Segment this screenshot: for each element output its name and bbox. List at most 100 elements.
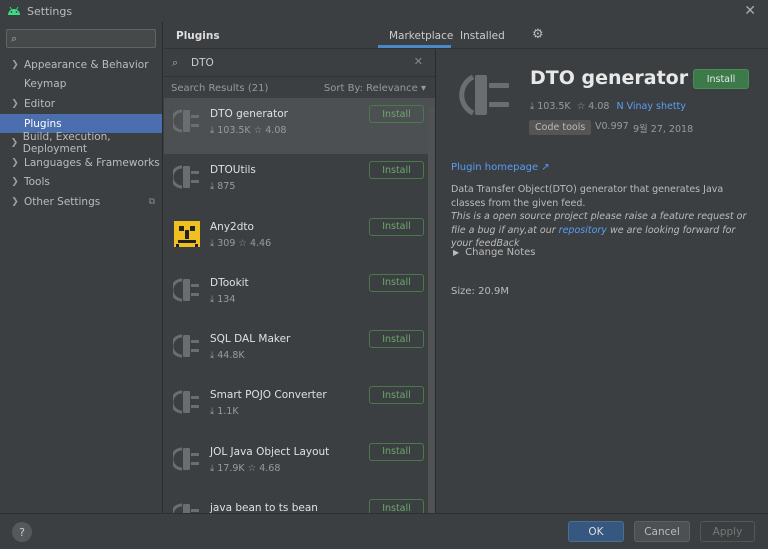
sidebar-item-build[interactable]: ❯ Build, Execution, Deployment [0, 131, 162, 156]
scrollbar[interactable] [428, 106, 435, 513]
ok-button[interactable]: OK [568, 521, 624, 542]
help-button[interactable]: ? [12, 522, 32, 542]
download-icon: ⤓ [210, 462, 215, 474]
version-label: V0.997 [595, 121, 629, 132]
plug-icon [170, 107, 201, 135]
chevron-right-icon: ❯ [10, 138, 19, 149]
repository-link[interactable]: repository [559, 225, 607, 236]
download-icon: ⤓ [210, 181, 215, 193]
plugin-list-item[interactable]: java bean to ts bean Install [164, 492, 435, 513]
sidebar-item-tools[interactable]: ❯ Tools [0, 173, 162, 193]
settings-search-input[interactable]: ⌕ [6, 29, 156, 48]
title-bar: Settings ✕ [0, 0, 768, 22]
external-link-icon: ↗ [538, 162, 550, 173]
chevron-right-icon: ❯ [11, 196, 19, 207]
category-tag[interactable]: Code tools [529, 120, 592, 135]
sidebar-item-label: Editor [24, 97, 56, 110]
sort-dropdown[interactable]: Sort By: Relevance ▾ [324, 83, 426, 94]
triangle-right-icon: ▶ [453, 248, 460, 257]
install-button[interactable]: Install [369, 217, 424, 236]
plugin-list-item[interactable]: DTO generator ⤓ 103.5K ☆ 4.08 Install [164, 98, 435, 155]
download-icon: ⤓ [210, 350, 215, 362]
search-icon: ⌕ [172, 56, 179, 69]
plug-icon [459, 74, 509, 116]
rating: 4.08 [588, 101, 610, 112]
change-notes-toggle[interactable]: ▶ Change Notes [453, 247, 536, 258]
sidebar-item-label: Appearance & Behavior [24, 58, 149, 71]
plugin-list-item[interactable]: JOL Java Object Layout ⤓ 17.9K ☆ 4.68 Inst… [164, 436, 435, 492]
plugin-list: DTO generator ⤓ 103.5K ☆ 4.08 Install DTOUt… [164, 98, 435, 513]
plugin-list-item[interactable]: DTOUtils ⤓ 875 Install [164, 154, 435, 210]
android-icon [8, 6, 20, 15]
apply-button[interactable]: Apply [700, 521, 755, 542]
download-count: 44.8K [217, 350, 245, 362]
plugin-homepage-link[interactable]: Plugin homepage ↗ [451, 162, 550, 173]
close-icon[interactable]: ✕ [744, 3, 756, 19]
install-button[interactable]: Install [693, 69, 749, 89]
change-notes-label[interactable]: Change Notes [465, 247, 535, 258]
rating: 4.46 [249, 237, 272, 249]
star-icon: ☆ [238, 237, 247, 249]
sidebar-item-keymap[interactable]: Keymap [0, 75, 162, 95]
install-button[interactable]: Install [369, 386, 424, 405]
plugin-name: DTO generator [210, 108, 288, 120]
rating: 4.08 [265, 125, 287, 136]
plug-icon [170, 501, 201, 513]
plugin-list-item[interactable]: Smart POJO Converter ⤓ 1.1K Install [164, 379, 435, 435]
sidebar-item-label: Keymap [24, 78, 67, 91]
install-button[interactable]: Install [369, 161, 424, 180]
rating: 4.68 [259, 462, 281, 474]
search-icon: ⌕ [11, 32, 18, 45]
plug-icon [170, 332, 201, 360]
any2dto-logo-icon [173, 220, 201, 248]
tab-installed[interactable]: Installed [460, 30, 505, 42]
plugin-stats: ⤓ 1.1K [210, 406, 239, 417]
clear-icon[interactable]: ✕ [414, 55, 423, 68]
chevron-right-icon: ❯ [11, 177, 19, 188]
sidebar-item-languages[interactable]: ❯ Languages & Frameworks [0, 153, 162, 173]
plugin-name: Smart POJO Converter [210, 389, 327, 402]
cancel-button[interactable]: Cancel [634, 521, 690, 542]
plug-icon [170, 276, 201, 304]
plugin-search-input[interactable]: ⌕ DTO ✕ [164, 49, 435, 77]
install-button[interactable]: Install [369, 273, 424, 292]
plug-icon [170, 388, 201, 416]
plugin-stats: ⤓ 17.9K ☆ 4.68 [210, 463, 280, 474]
plugin-stats: ⤓ 103.5K ☆ 4.08 [210, 125, 286, 136]
star-icon: ☆ [573, 101, 586, 112]
plugin-list-item[interactable]: Any2dto ⤓ 309 ☆ 4.46 Install [164, 211, 435, 267]
sidebar-item-editor[interactable]: ❯ Editor [0, 94, 162, 114]
plug-icon [170, 445, 201, 473]
install-button[interactable]: Install [369, 442, 424, 461]
plugin-list-item[interactable]: DTookit ⤓ 134 Install [164, 267, 435, 323]
sidebar-item-label: Plugins [24, 117, 62, 130]
results-count: Search Results (21) [171, 83, 269, 94]
sidebar-item-other-settings[interactable]: ❯ Other Settings ⧉ [0, 192, 162, 212]
install-button[interactable]: Install [369, 105, 424, 123]
sidebar-item-label: Languages & Frameworks [24, 156, 160, 169]
download-icon: ⤓ [210, 406, 215, 418]
download-count: 309 [217, 237, 236, 249]
install-button[interactable]: Install [369, 330, 424, 349]
homepage-label[interactable]: Plugin homepage [451, 162, 538, 173]
star-icon: ☆ [253, 125, 263, 136]
sidebar-item-label: Build, Execution, Deployment [22, 131, 111, 156]
sidebar-item-appearance[interactable]: ❯ Appearance & Behavior [0, 55, 162, 75]
download-count: 103.5K [537, 101, 571, 112]
page-title: Plugins [176, 30, 220, 42]
dialog-footer: ? OK Cancel Apply [0, 513, 768, 549]
plugin-name: DTOUtils [210, 164, 256, 177]
chevron-right-icon: ❯ [11, 59, 19, 70]
plugin-search-value[interactable]: DTO [191, 57, 214, 69]
plugin-list-panel: ⌕ DTO ✕ Search Results (21) Sort By: Rel… [164, 49, 436, 513]
plugin-name: Any2dto [210, 220, 254, 233]
sidebar-item-label: Tools [24, 176, 50, 189]
plugin-detail-stats: ⤓ 103.5K ☆ 4.08 N Vinay shetty [530, 101, 686, 112]
install-button[interactable]: Install [369, 499, 424, 513]
tab-marketplace[interactable]: Marketplace [389, 30, 453, 42]
plugin-list-item[interactable]: SQL DAL Maker ⤓ 44.8K Install [164, 323, 435, 379]
download-icon: ⤓ [210, 293, 215, 305]
vendor-link[interactable]: N Vinay shetty [616, 101, 685, 112]
plug-icon [170, 163, 201, 191]
gear-icon[interactable]: ⚙ [532, 27, 544, 42]
